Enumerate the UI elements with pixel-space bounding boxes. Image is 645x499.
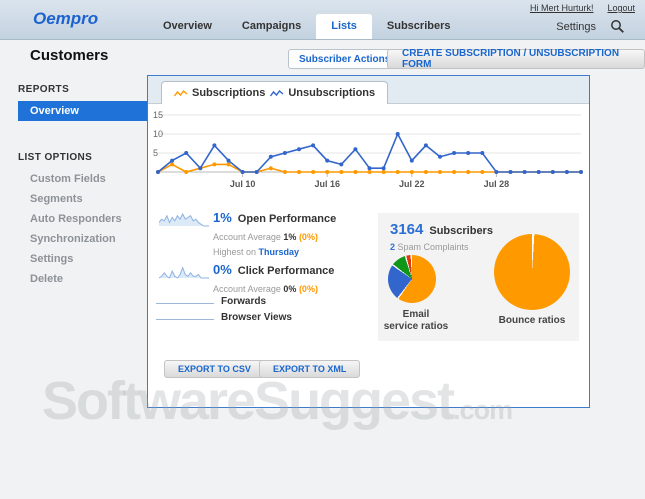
export-to-xml-button[interactable]: EXPORT TO XML	[259, 360, 360, 378]
svg-text:5: 5	[153, 148, 158, 158]
sidebar-item-segments[interactable]: Segments	[18, 189, 147, 209]
open-performance-stat: 1% Open Performance	[213, 210, 336, 225]
nav-tab-overview[interactable]: Overview	[148, 14, 227, 39]
highest-on-label: Highest on	[213, 247, 256, 257]
oempro-app: Oempro OverviewCampaignsListsSubscribers…	[0, 0, 645, 499]
open-performance-sparkline	[159, 212, 209, 229]
user-greeting-link[interactable]: Hi Mert Hurturk!	[530, 3, 594, 13]
spam-complaints-count: 2	[390, 242, 395, 252]
sidebar-item-settings[interactable]: Settings	[18, 249, 147, 269]
open-performance-value: 1%	[213, 210, 232, 225]
svg-text:Jul 28: Jul 28	[484, 179, 510, 189]
email-service-ratios-pie	[388, 255, 436, 303]
sidebar-items: Overview	[18, 101, 147, 121]
settings-area: Settings	[556, 19, 625, 34]
click-performance-value: 0%	[213, 262, 232, 277]
svg-text:Jul 22: Jul 22	[399, 179, 425, 189]
click-performance-label: Click Performance	[238, 265, 335, 277]
sidebar-item-overview[interactable]: Overview	[18, 101, 147, 121]
user-links: Hi Mert Hurturk! Logout	[530, 3, 635, 13]
browser-views-row: Browser Views	[156, 309, 292, 320]
svg-text:15: 15	[153, 110, 163, 120]
subscribers-count-line: 3164 Subscribers	[390, 221, 493, 238]
spam-complaints-line: 2 Spam Complaints	[390, 242, 469, 252]
chart-tabstrip: Subscriptions Unsubscriptions	[148, 76, 589, 104]
subscribers-summary-box: 3164 Subscribers 2 Spam Complaints Email…	[378, 213, 579, 341]
subscribers-count: 3164	[390, 221, 423, 238]
spam-complaints-label: Spam Complaints	[398, 242, 469, 252]
open-account-average-alt: (0%)	[299, 232, 318, 242]
email-service-ratios-caption: Emailservice ratios	[372, 309, 460, 333]
settings-link[interactable]: Settings	[556, 21, 596, 33]
legend-subscriptions-label: Subscriptions	[192, 87, 265, 99]
app-header: Oempro OverviewCampaignsListsSubscribers…	[0, 0, 645, 40]
open-account-average-label: Account Average	[213, 232, 281, 242]
nav-tab-campaigns[interactable]: Campaigns	[227, 14, 316, 39]
svg-text:Jul 16: Jul 16	[314, 179, 340, 189]
create-subscription-form-button[interactable]: CREATE SUBSCRIPTION / UNSUBSCRIPTION FOR…	[387, 49, 645, 69]
open-account-average: Account Average 1% (0%)	[213, 232, 318, 242]
bounce-ratios-pie	[494, 234, 570, 310]
svg-text:Jul 10: Jul 10	[230, 179, 256, 189]
browser-views-label: Browser Views	[221, 312, 292, 323]
svg-text:10: 10	[153, 129, 163, 139]
open-performance-label: Open Performance	[238, 213, 336, 225]
page-title: Customers	[30, 47, 108, 64]
sidebar-items: Custom FieldsSegmentsAuto RespondersSync…	[18, 169, 147, 289]
subscriptions-sparkline-icon	[174, 89, 188, 98]
legend-subscriptions: Subscriptions	[174, 87, 265, 99]
subscriptions-line-chart: 5 10 15 Jul 10 Jul 16 Jul 22 Jul 28	[152, 108, 587, 203]
sidebar-item-custom-fields[interactable]: Custom Fields	[18, 169, 147, 189]
app-logo[interactable]: Oempro	[33, 9, 98, 29]
open-account-average-value: 1%	[283, 232, 296, 242]
click-account-average-alt: (0%)	[299, 284, 318, 294]
report-panel: Subscriptions Unsubscriptions 5 10 15 Jul 1…	[147, 75, 590, 408]
subscriber-actions-label: Subscriber Actions	[299, 54, 390, 65]
click-performance-stat: 0% Click Performance	[213, 262, 334, 277]
sidebar-item-synchronization[interactable]: Synchronization	[18, 229, 147, 249]
tab-subscriptions-unsubscriptions[interactable]: Subscriptions Unsubscriptions	[161, 81, 388, 104]
main-nav: OverviewCampaignsListsSubscribers	[148, 14, 466, 39]
highest-on-value[interactable]: Thursday	[259, 247, 300, 257]
logout-link[interactable]: Logout	[607, 3, 635, 13]
nav-tab-lists[interactable]: Lists	[316, 14, 372, 39]
forwards-row: Forwards	[156, 293, 266, 304]
sidebar-item-delete[interactable]: Delete	[18, 269, 147, 289]
export-to-csv-button[interactable]: EXPORT TO CSV	[164, 360, 265, 378]
nav-tab-subscribers[interactable]: Subscribers	[372, 14, 466, 39]
unsubscriptions-sparkline-icon	[270, 89, 284, 98]
legend-unsubscriptions-label: Unsubscriptions	[288, 87, 375, 99]
browser-views-flatline	[156, 310, 214, 320]
sidebar-section-reports: REPORTS	[18, 84, 69, 95]
forwards-label: Forwards	[221, 296, 266, 307]
bounce-ratios-caption: Bounce ratios	[486, 315, 578, 327]
sidebar-section-list-options: LIST OPTIONS	[18, 152, 92, 163]
sidebar-item-auto-responders[interactable]: Auto Responders	[18, 209, 147, 229]
search-icon[interactable]	[610, 19, 625, 34]
click-performance-sparkline	[159, 264, 209, 281]
open-highest-on: Highest on Thursday	[213, 247, 299, 257]
subscribers-label: Subscribers	[429, 225, 493, 237]
forwards-flatline	[156, 294, 214, 304]
click-account-average-value: 0%	[283, 284, 296, 294]
legend-unsubscriptions: Unsubscriptions	[270, 87, 375, 99]
